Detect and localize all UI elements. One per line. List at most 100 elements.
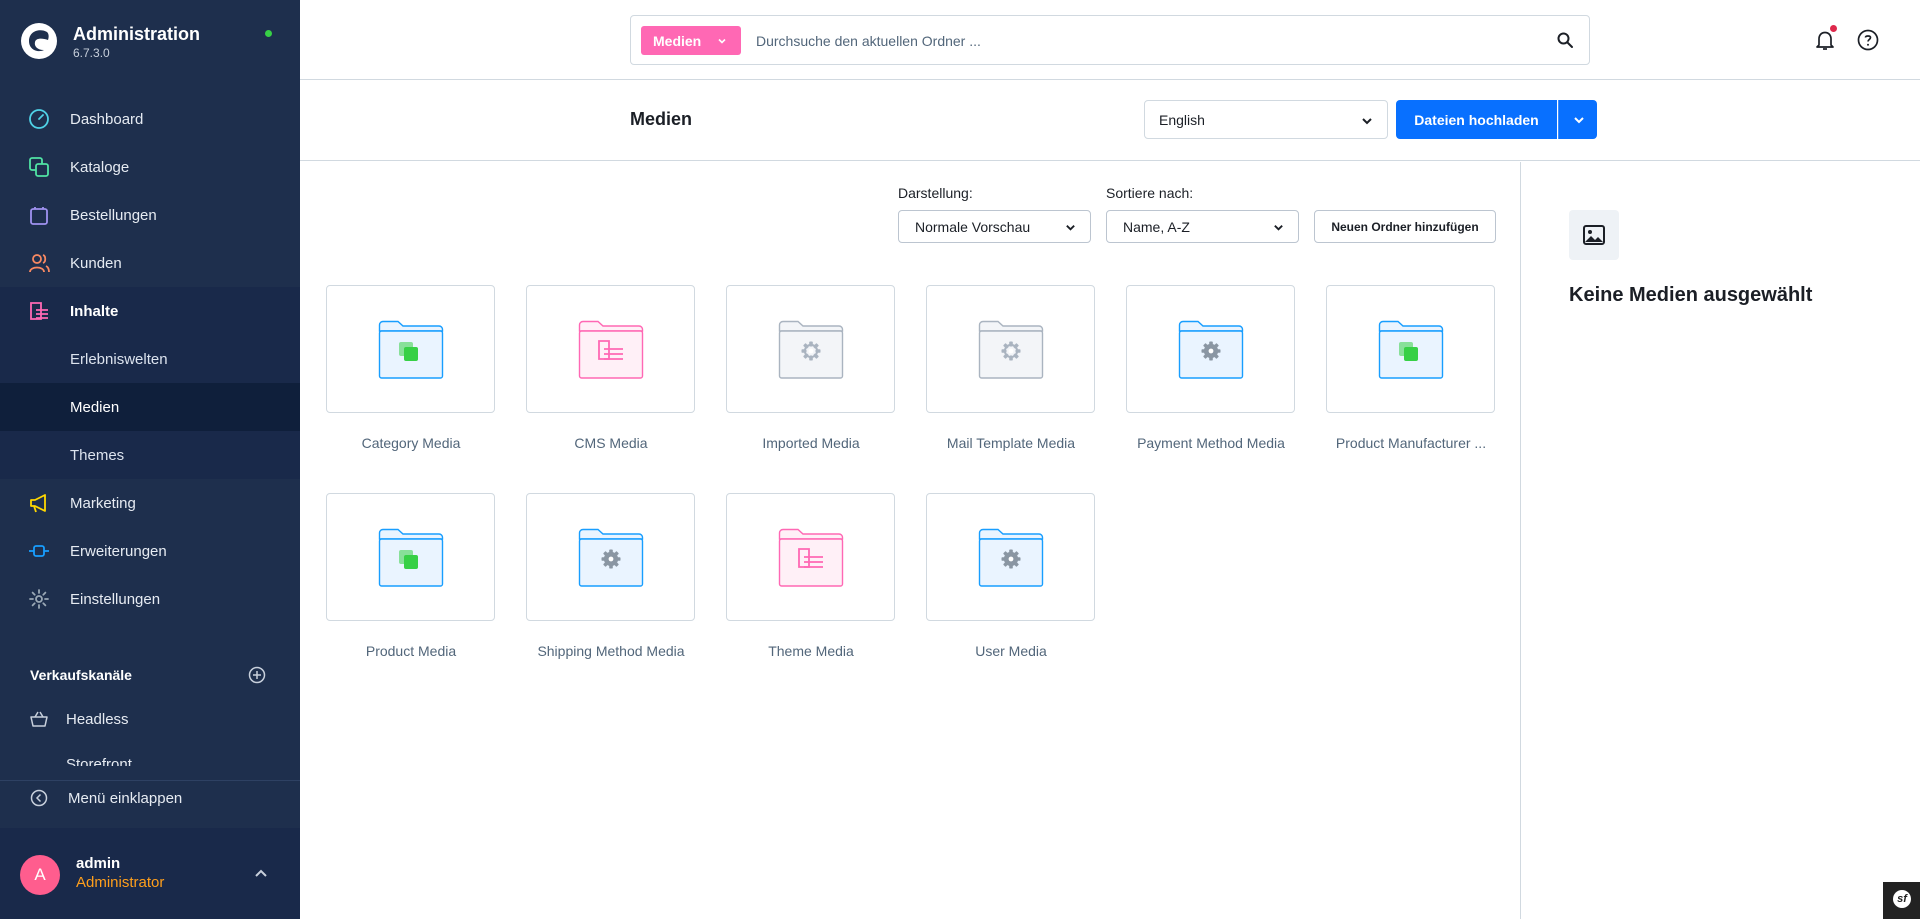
search-icon[interactable] <box>1556 31 1574 49</box>
page-header: Medien English Dateien hochladen <box>300 81 1920 161</box>
symfony-logo-icon: sf <box>1893 890 1911 908</box>
notification-dot <box>1830 25 1837 32</box>
sales-channels-header: Verkaufskanäle <box>0 658 300 694</box>
user-menu[interactable]: A admin Administrator <box>0 828 300 919</box>
nav-item-kataloge[interactable]: Kataloge <box>0 143 300 191</box>
chevron-down-icon <box>1065 222 1076 233</box>
subnav-item-label: Themes <box>70 446 125 464</box>
chevron-up-icon[interactable] <box>253 866 269 882</box>
help-icon[interactable] <box>1856 28 1880 52</box>
media-folder[interactable]: Imported Media <box>726 285 896 453</box>
language-value: English <box>1159 112 1205 128</box>
folder-thumbnail[interactable] <box>526 493 695 621</box>
sort-value: Name, A-Z <box>1123 219 1190 235</box>
media-folder[interactable]: Category Media <box>326 285 496 453</box>
collapse-menu-button[interactable]: Menü einklappen <box>0 780 300 814</box>
folder-thumbnail[interactable] <box>926 285 1095 413</box>
folder-name: Category Media <box>361 435 461 451</box>
collapse-menu-label: Menü einklappen <box>68 790 183 807</box>
page-title: Medien <box>630 109 693 129</box>
folder-thumbnail[interactable] <box>1126 285 1295 413</box>
avatar: A <box>20 855 60 895</box>
image-icon <box>1583 225 1605 245</box>
folder-thumbnail[interactable] <box>326 285 495 413</box>
subnav-item-erlebniswelten[interactable]: Erlebniswelten <box>0 335 300 383</box>
media-folder[interactable]: Product Media <box>326 493 496 661</box>
folder-thumbnail[interactable] <box>926 493 1095 621</box>
folder-name: Mail Template Media <box>946 435 1076 451</box>
search-input[interactable] <box>756 28 1536 54</box>
folder-thumbnail[interactable] <box>726 493 895 621</box>
search-type-dropdown[interactable]: Medien <box>641 26 741 55</box>
subnav-item-medien[interactable]: Medien <box>0 383 300 431</box>
no-media-selected-title: Keine Medien ausgewählt <box>1569 284 1813 306</box>
sales-channel-headless[interactable]: Headless <box>0 700 300 740</box>
add-folder-button[interactable]: Neuen Ordner hinzufügen <box>1314 210 1496 243</box>
add-folder-label: Neuen Ordner hinzufügen <box>1331 219 1479 234</box>
nav-item-label: Einstellungen <box>70 590 161 608</box>
upload-files-label: Dateien hochladen <box>1414 111 1539 128</box>
sales-channels-title: Verkaufskanäle <box>30 667 132 683</box>
view-mode-label: Darstellung: <box>898 185 973 201</box>
media-folder[interactable]: Theme Media <box>726 493 896 661</box>
media-folder[interactable]: CMS Media <box>526 285 696 453</box>
sort-select[interactable]: Name, A-Z <box>1106 210 1299 243</box>
nav-item-label: Bestellungen <box>70 206 157 224</box>
users-icon <box>29 254 50 273</box>
view-mode-select[interactable]: Normale Vorschau <box>898 210 1091 243</box>
folder-name: User Media <box>975 643 1047 659</box>
media-folder[interactable]: Mail Template Media <box>926 285 1096 453</box>
gear-icon <box>29 589 49 609</box>
shopware-logo-icon[interactable] <box>20 22 58 60</box>
basket-icon <box>30 711 48 727</box>
media-folder[interactable]: Payment Method Media <box>1126 285 1296 453</box>
media-folder[interactable]: User Media <box>926 493 1096 661</box>
add-sales-channel-icon[interactable] <box>248 666 266 684</box>
app-version: 6.7.3.0 <box>73 46 110 60</box>
megaphone-icon <box>30 494 46 513</box>
top-bar: Medien <box>300 0 1920 80</box>
subnav-item-themes[interactable]: Themes <box>0 431 300 479</box>
nav-item-marketing[interactable]: Marketing <box>0 479 300 527</box>
folder-name: Product Manufacturer ... <box>1335 435 1487 451</box>
chevron-down-icon <box>1574 117 1584 124</box>
sales-channel-storefront[interactable]: Storefront <box>0 752 300 766</box>
nav-item-label: Kataloge <box>70 158 130 176</box>
language-select[interactable]: English <box>1144 100 1388 139</box>
nav-item-label: Marketing <box>70 494 136 512</box>
view-mode-value: Normale Vorschau <box>915 219 1031 235</box>
folder-thumbnail[interactable] <box>726 285 895 413</box>
folder-thumbnail[interactable] <box>526 285 695 413</box>
user-role: Administrator <box>76 874 165 891</box>
nav-item-dashboard[interactable]: Dashboard <box>0 95 300 143</box>
nav-item-label: Erweiterungen <box>70 542 167 560</box>
folder-name: Shipping Method Media <box>537 643 685 659</box>
folder-name: Theme Media <box>768 643 854 659</box>
media-folder[interactable]: Product Manufacturer ... <box>1326 285 1496 453</box>
admin-sidebar: Administration 6.7.3.0 Dashboard Katalog… <box>0 0 300 919</box>
folder-name: CMS Media <box>574 435 648 451</box>
settings-folder-icon <box>978 320 1044 379</box>
gauge-icon <box>29 109 49 129</box>
media-folder[interactable]: Shipping Method Media <box>526 493 696 661</box>
catalog-icon <box>29 157 49 177</box>
upload-files-button[interactable]: Dateien hochladen <box>1396 100 1557 139</box>
settings-folder-icon <box>778 320 844 379</box>
nav-item-inhalte[interactable]: Inhalte <box>0 287 300 335</box>
chevron-down-icon <box>1362 118 1372 125</box>
nav-item-erweiterungen[interactable]: Erweiterungen <box>0 527 300 575</box>
content-folder-icon <box>578 320 644 379</box>
nav-item-label: Dashboard <box>70 110 144 128</box>
symfony-toolbar-toggle[interactable]: sf <box>1883 882 1920 919</box>
nav-item-kunden[interactable]: Kunden <box>0 239 300 287</box>
plug-icon <box>29 545 49 557</box>
upload-options-button[interactable] <box>1558 100 1597 139</box>
nav-item-einstellungen[interactable]: Einstellungen <box>0 575 300 623</box>
nav-item-bestellungen[interactable]: Bestellungen <box>0 191 300 239</box>
main-navigation: Dashboard Kataloge Bestellungen Kunden I… <box>0 95 300 623</box>
folder-thumbnail[interactable] <box>1326 285 1495 413</box>
media-library-content: Darstellung: Normale Vorschau Sortiere n… <box>300 162 1520 919</box>
catalog-folder-icon <box>378 528 444 587</box>
folder-name: Payment Method Media <box>1137 435 1285 451</box>
folder-thumbnail[interactable] <box>326 493 495 621</box>
